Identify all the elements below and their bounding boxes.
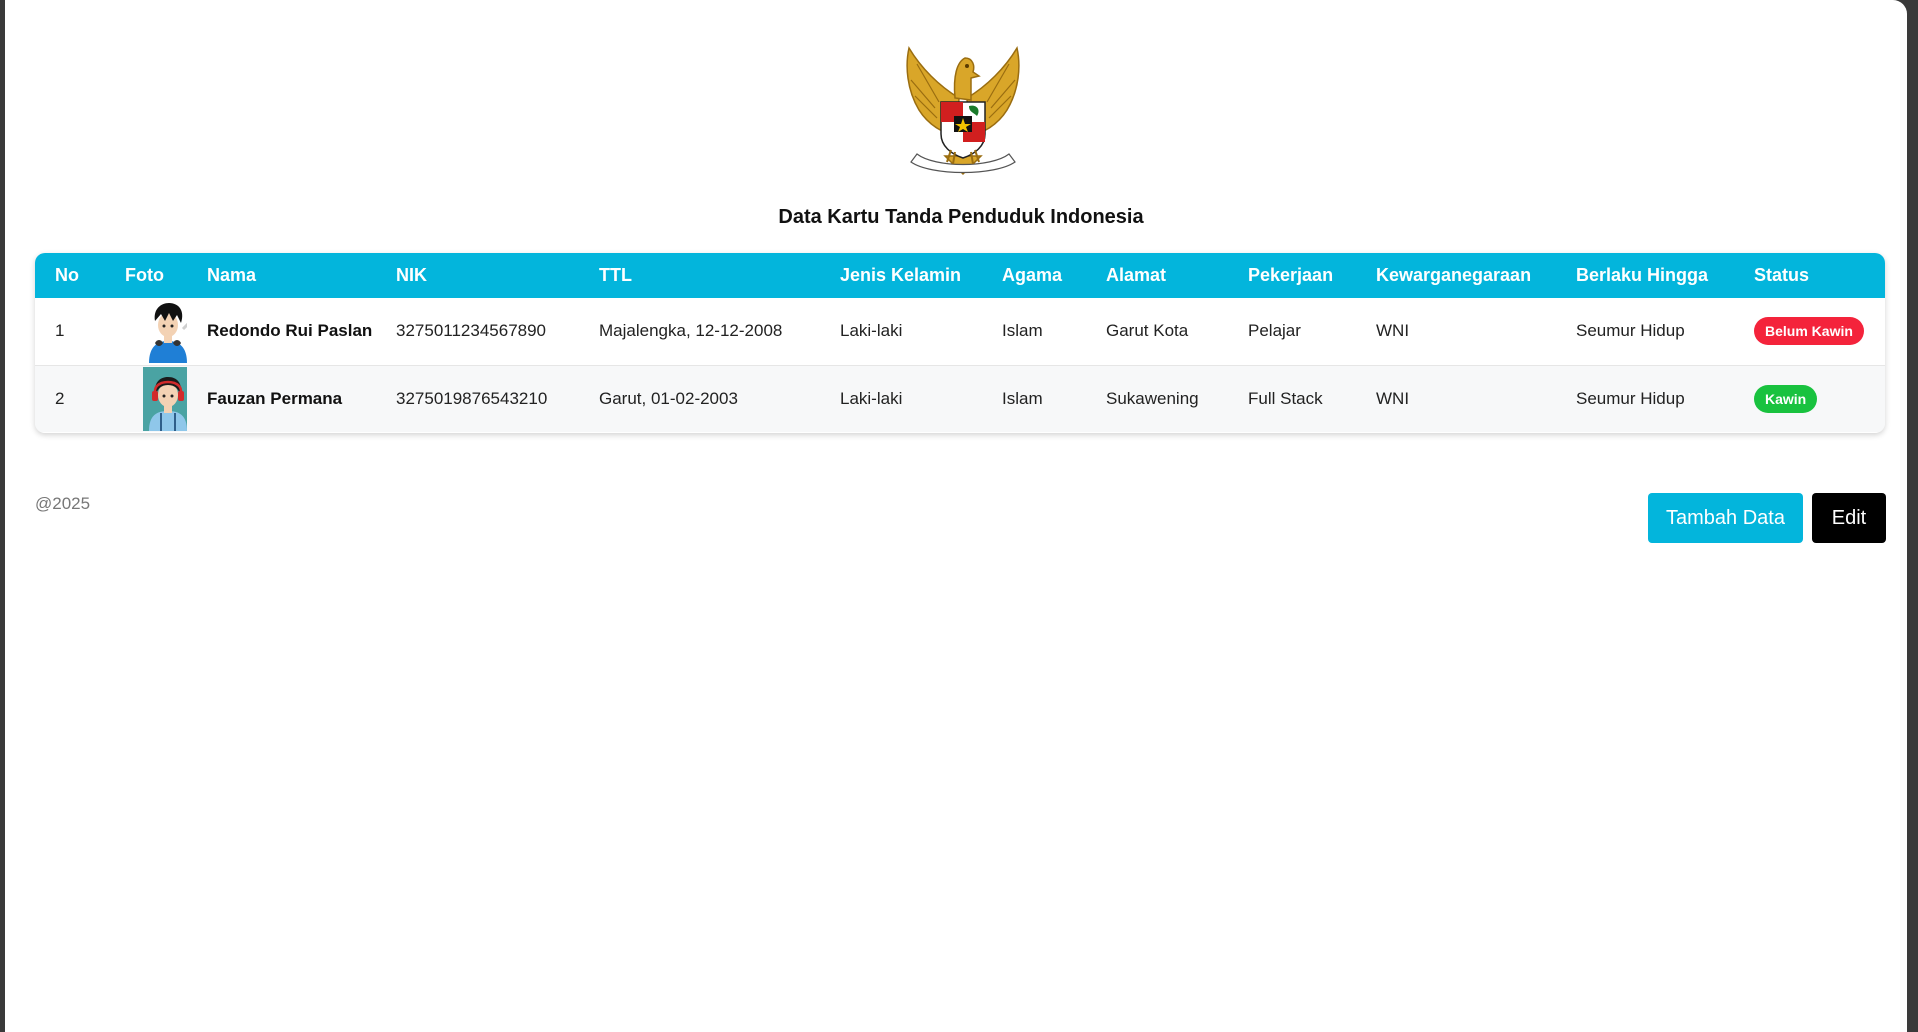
- table-row: 1 Redondo Rui Paslan 3275011234567890 Ma…: [35, 298, 1885, 365]
- column-header-berlaku-hingga: Berlaku Hingga: [1576, 265, 1709, 285]
- column-header-nama: Nama: [207, 265, 257, 285]
- column-header-jenis-kelamin: Jenis Kelamin: [840, 265, 962, 285]
- cell-jenis-kelamin: Laki-laki: [840, 388, 903, 408]
- cell-status: Belum Kawin: [1734, 298, 1885, 365]
- cell-nik: 3275011234567890: [396, 321, 547, 341]
- cell-berlaku-hingga: Seumur Hidup: [1576, 388, 1685, 408]
- garuda-emblem-icon: [906, 46, 1020, 176]
- cell-pekerjaan: Pelajar: [1248, 321, 1301, 341]
- avatar-girl-headphones-icon: [143, 366, 187, 431]
- copyright-text: @2025: [35, 494, 91, 513]
- cell-agama: Islam: [1002, 388, 1043, 408]
- cell-ttl: Majalengka, 12-12-2008: [599, 321, 783, 341]
- column-header-status: Status: [1754, 265, 1810, 285]
- column-header-nik: NIK: [396, 265, 427, 285]
- cell-berlaku-hingga: Seumur Hidup: [1576, 321, 1685, 341]
- table-row: 2 Fauzan Permana 3275019876543210 Garut,…: [35, 365, 1885, 432]
- ktp-table-card: No Foto Nama NIK TTL Jenis Kelamin Agama…: [35, 253, 1885, 433]
- cell-status: Kawin: [1734, 365, 1885, 432]
- cell-nama: Redondo Rui Paslan: [207, 321, 373, 341]
- cell-no: 1: [55, 321, 65, 341]
- table-header-row: No Foto Nama NIK TTL Jenis Kelamin Agama…: [35, 253, 1885, 298]
- cell-alamat: Garut Kota: [1106, 321, 1189, 341]
- column-header-pekerjaan: Pekerjaan: [1248, 265, 1334, 285]
- edit-button[interactable]: Edit: [1812, 493, 1886, 543]
- ktp-table: No Foto Nama NIK TTL Jenis Kelamin Agama…: [35, 253, 1885, 432]
- cell-jenis-kelamin: Laki-laki: [840, 321, 903, 341]
- column-header-agama: Agama: [1002, 265, 1063, 285]
- cell-foto: [105, 298, 187, 365]
- column-header-no: No: [55, 265, 79, 285]
- page: Data Kartu Tanda Penduduk Indonesia No F…: [5, 0, 1907, 1032]
- cell-nik: 3275019876543210: [396, 388, 548, 408]
- cell-alamat: Sukawening: [1106, 388, 1199, 408]
- cell-foto: [105, 365, 187, 432]
- add-data-button[interactable]: Tambah Data: [1648, 493, 1803, 543]
- status-badge: Kawin: [1754, 384, 1818, 413]
- status-badge: Belum Kawin: [1754, 317, 1864, 346]
- cell-kewarganegaraan: WNI: [1376, 321, 1410, 341]
- page-title: Data Kartu Tanda Penduduk Indonesia: [778, 206, 1144, 228]
- cell-nama: Fauzan Permana: [207, 388, 343, 408]
- column-header-kewarganegaraan: Kewarganegaraan: [1376, 265, 1532, 285]
- cell-agama: Islam: [1002, 321, 1043, 341]
- avatar-boy-headphones-icon: [143, 299, 187, 364]
- column-header-alamat: Alamat: [1106, 265, 1167, 285]
- cell-ttl: Garut, 01-02-2003: [599, 388, 738, 408]
- cell-pekerjaan: Full Stack: [1248, 388, 1323, 408]
- column-header-ttl: TTL: [599, 265, 632, 285]
- column-header-foto: Foto: [125, 265, 164, 285]
- cell-kewarganegaraan: WNI: [1376, 388, 1410, 408]
- cell-no: 2: [55, 388, 65, 408]
